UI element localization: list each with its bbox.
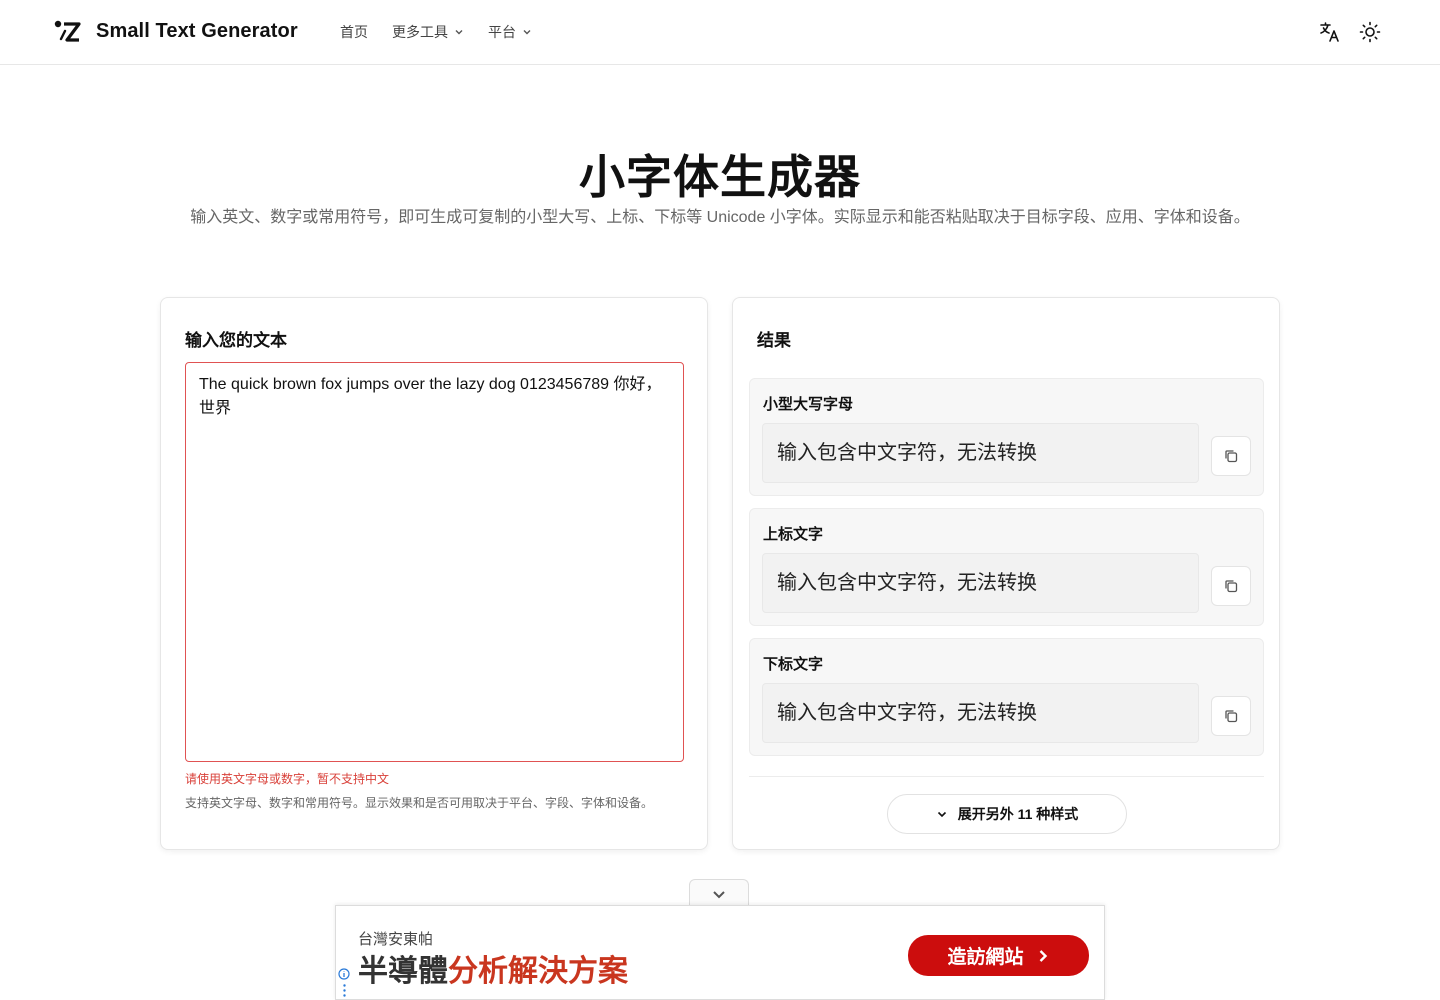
input-card-title: 输入您的文本 bbox=[185, 331, 287, 350]
ad-headline-part2: 分析解決方案 bbox=[448, 955, 628, 988]
ad-banner[interactable]: 台灣安東帕 半導體分析解決方案 造訪網站 bbox=[335, 905, 1105, 1000]
results-card: 结果 小型大写字母 输入包含中文字符，无法转换 上标文字 输入包含中文字符，无法… bbox=[732, 297, 1280, 850]
ad-headline: 半導體分析解決方案 bbox=[358, 946, 628, 990]
expand-styles-button[interactable]: 展开另外 11 种样式 bbox=[887, 794, 1127, 834]
nav-platform[interactable]: 平台 bbox=[488, 22, 532, 42]
input-hint: 支持英文字母、数字和常用符号。显示效果和是否可用取决于平台、字段、字体和设备。 bbox=[185, 796, 654, 810]
page-subtitle: 输入英文、数字或常用符号，即可生成可复制的小型大写、上标、下标等 Unicode… bbox=[190, 209, 1250, 226]
result-label: 上标文字 bbox=[763, 526, 824, 543]
ad-cta-button[interactable]: 造訪網站 bbox=[908, 935, 1089, 976]
copy-button[interactable] bbox=[1211, 696, 1251, 736]
results-divider bbox=[749, 776, 1264, 777]
expand-styles-label: 展开另外 11 种样式 bbox=[957, 806, 1079, 822]
results-card-title: 结果 bbox=[757, 331, 791, 350]
chevron-down-icon bbox=[937, 811, 946, 818]
copy-icon bbox=[1225, 580, 1238, 593]
nav-more-tools[interactable]: 更多工具 bbox=[392, 22, 464, 42]
main-nav: 首页 更多工具 平台 bbox=[340, 22, 556, 42]
ad-headline-part1: 半導體 bbox=[358, 955, 448, 988]
translate-icon[interactable] bbox=[1318, 20, 1342, 44]
ad-collapse-toggle[interactable] bbox=[689, 879, 749, 907]
nav-more-tools-label: 更多工具 bbox=[392, 24, 448, 40]
chevron-down-icon bbox=[455, 30, 463, 35]
copy-button[interactable] bbox=[1211, 436, 1251, 476]
ad-options-icon[interactable] bbox=[343, 984, 346, 997]
copy-icon bbox=[1225, 710, 1238, 723]
nav-platform-label: 平台 bbox=[488, 24, 516, 40]
copy-icon bbox=[1225, 450, 1238, 463]
logo-icon[interactable] bbox=[54, 19, 82, 45]
chevron-right-icon bbox=[1039, 949, 1047, 962]
result-label: 小型大写字母 bbox=[763, 396, 854, 413]
site-header: Small Text Generator 首页 更多工具 平台 bbox=[0, 0, 1440, 65]
ad-info-icon[interactable] bbox=[338, 968, 350, 980]
result-label: 下标文字 bbox=[763, 656, 824, 673]
result-output[interactable]: 输入包含中文字符，无法转换 bbox=[762, 683, 1199, 743]
nav-home[interactable]: 首页 bbox=[340, 22, 368, 42]
brand-name[interactable]: Small Text Generator bbox=[96, 20, 298, 43]
result-item: 上标文字 输入包含中文字符，无法转换 bbox=[749, 508, 1264, 626]
chevron-down-icon bbox=[523, 30, 531, 35]
result-item: 小型大写字母 输入包含中文字符，无法转换 bbox=[749, 378, 1264, 496]
result-output[interactable]: 输入包含中文字符，无法转换 bbox=[762, 553, 1199, 613]
result-output[interactable]: 输入包含中文字符，无法转换 bbox=[762, 423, 1199, 483]
sun-icon[interactable] bbox=[1358, 20, 1382, 44]
nav-home-label: 首页 bbox=[340, 24, 368, 40]
chevron-down-icon bbox=[713, 890, 725, 898]
text-input[interactable]: The quick brown fox jumps over the lazy … bbox=[185, 362, 684, 762]
page-title: 小字体生成器 bbox=[579, 151, 861, 203]
ad-cta-label: 造訪網站 bbox=[947, 947, 1024, 968]
result-item: 下标文字 输入包含中文字符，无法转换 bbox=[749, 638, 1264, 756]
input-card: 输入您的文本 The quick brown fox jumps over th… bbox=[160, 297, 708, 850]
copy-button[interactable] bbox=[1211, 566, 1251, 606]
input-error-message: 请使用英文字母或数字，暂不支持中文 bbox=[185, 772, 390, 786]
